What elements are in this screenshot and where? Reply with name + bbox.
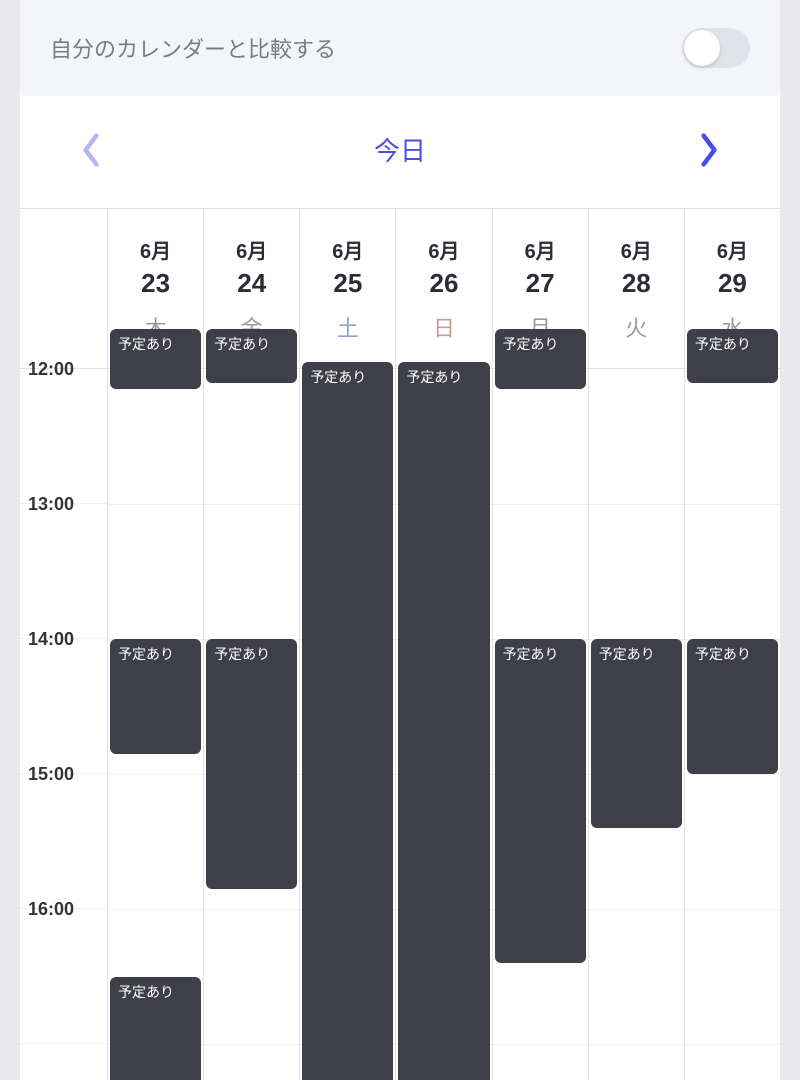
- day-body[interactable]: 予定あり予定あり: [685, 369, 780, 1049]
- day-body[interactable]: 予定あり予定あり: [493, 369, 588, 1049]
- day-column: 6月 26 日予定あり: [396, 209, 492, 1080]
- calendar-event[interactable]: 予定あり: [110, 329, 201, 390]
- day-of-week: 日: [433, 311, 455, 343]
- day-month-label: 6月: [717, 235, 748, 264]
- time-slot: 12:00: [20, 369, 107, 504]
- chevron-left-icon: [80, 132, 102, 168]
- time-slot: 14:00: [20, 639, 107, 774]
- day-month-label: 6月: [332, 235, 363, 264]
- day-month-label: 6月: [236, 235, 267, 264]
- next-week-button[interactable]: [698, 132, 720, 168]
- compare-toggle-bar: 自分のカレンダーと比較する: [20, 0, 780, 96]
- time-label: 15:00: [28, 764, 74, 785]
- calendar-event[interactable]: 予定あり: [206, 329, 297, 383]
- day-column: 6月 28 火予定あり: [589, 209, 685, 1080]
- day-month-label: 6月: [525, 235, 556, 264]
- calendar-event[interactable]: 予定あり: [206, 639, 297, 889]
- calendar-event[interactable]: 予定あり: [495, 329, 586, 390]
- day-body[interactable]: 予定あり: [300, 369, 395, 1049]
- day-body[interactable]: 予定あり: [589, 369, 684, 1049]
- compare-label: 自分のカレンダーと比較する: [50, 32, 336, 64]
- calendar-event[interactable]: 予定あり: [687, 329, 778, 383]
- day-of-week: 火: [625, 311, 647, 343]
- day-header[interactable]: 6月 25 土: [300, 209, 395, 369]
- calendar-event[interactable]: 予定あり: [398, 362, 489, 1080]
- calendar-event[interactable]: 予定あり: [495, 639, 586, 963]
- time-label: 12:00: [28, 359, 74, 380]
- day-column: 6月 25 土予定あり: [300, 209, 396, 1080]
- compare-toggle[interactable]: [682, 28, 750, 68]
- day-number: 28: [622, 268, 651, 299]
- calendar-event[interactable]: 予定あり: [110, 639, 201, 754]
- day-column: 6月24金予定あり予定あり: [204, 209, 300, 1080]
- time-label: 13:00: [28, 494, 74, 515]
- time-label: 14:00: [28, 629, 74, 650]
- day-month-label: 6月: [140, 235, 171, 264]
- time-slot: 16:00: [20, 909, 107, 1044]
- day-header[interactable]: 6月 26 日: [396, 209, 491, 369]
- day-month-label: 6月: [621, 235, 652, 264]
- day-body[interactable]: 予定あり: [396, 369, 491, 1049]
- day-number: 26: [430, 268, 459, 299]
- toggle-knob: [684, 30, 720, 66]
- day-number: 25: [333, 268, 362, 299]
- day-number: 29: [718, 268, 747, 299]
- day-number: 24: [237, 268, 266, 299]
- time-slot: 13:00: [20, 504, 107, 639]
- day-number: 27: [526, 268, 555, 299]
- calendar-event[interactable]: 予定あり: [687, 639, 778, 774]
- time-label: 16:00: [28, 899, 74, 920]
- today-button[interactable]: 今日: [374, 131, 426, 168]
- day-number: 23: [141, 268, 170, 299]
- calendar-event[interactable]: 予定あり: [110, 977, 201, 1080]
- day-column: 6月27月予定あり予定あり: [493, 209, 589, 1080]
- day-column: 6月23木予定あり予定あり予定あり: [108, 209, 204, 1080]
- day-body[interactable]: 予定あり予定あり予定あり: [108, 369, 203, 1049]
- prev-week-button[interactable]: [80, 132, 102, 168]
- days-container: 6月23木予定あり予定あり予定あり6月24金予定あり予定あり6月25土予定あり6…: [108, 209, 780, 1080]
- time-slot: 15:00: [20, 774, 107, 909]
- day-body[interactable]: 予定あり予定あり: [204, 369, 299, 1049]
- calendar-event[interactable]: 予定あり: [302, 362, 393, 1080]
- date-nav-bar: 今日: [20, 96, 780, 208]
- day-month-label: 6月: [428, 235, 459, 264]
- day-of-week: 土: [337, 311, 359, 343]
- day-header[interactable]: 6月 28 火: [589, 209, 684, 369]
- day-column: 6月29水予定あり予定あり: [685, 209, 780, 1080]
- calendar-event[interactable]: 予定あり: [591, 639, 682, 828]
- chevron-right-icon: [698, 132, 720, 168]
- time-axis: 12:0013:0014:0015:0016:00: [20, 209, 108, 1080]
- calendar-grid: 12:0013:0014:0015:0016:00 6月23木予定あり予定あり予…: [20, 208, 780, 1080]
